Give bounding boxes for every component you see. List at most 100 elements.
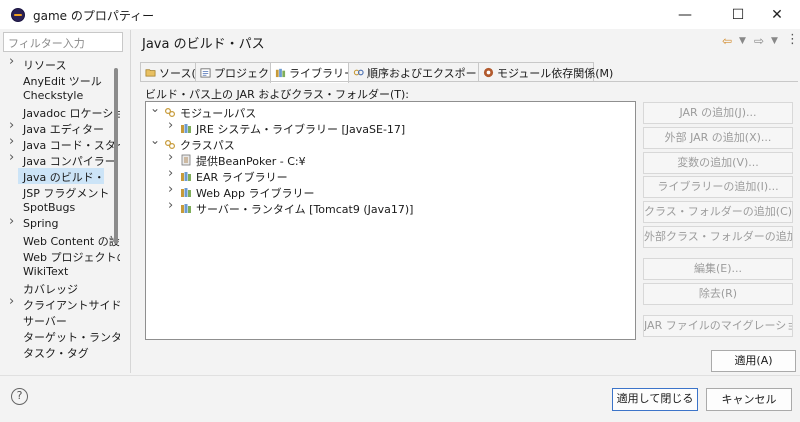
expand-chevron-icon[interactable]: › (9, 56, 14, 69)
sidebar-item[interactable]: SpotBugs (0, 200, 120, 216)
apply-and-close-button[interactable]: 適用して閉じる (612, 388, 698, 411)
migrate-jar-button[interactable]: JAR ファイルのマイグレーション(M)... (643, 315, 793, 337)
entry-label: クラスパス (180, 139, 235, 152)
sidebar-item[interactable]: Web Content の設 (0, 232, 120, 248)
expand-chevron-icon[interactable]: › (9, 216, 14, 229)
filter-input[interactable]: フィルター入力 (3, 32, 123, 52)
path-icon (164, 106, 176, 118)
sidebar-item-label: Javadoc ロケーション (23, 107, 120, 120)
sidebar-item-label: タスク・タグ (23, 347, 89, 360)
tab-source[interactable]: ソース(S) (140, 62, 207, 82)
sidebar-item[interactable]: Javadoc ロケーション (0, 104, 120, 120)
expand-chevron-icon[interactable]: › (168, 182, 178, 197)
build-path-tree[interactable]: ⌄ モジュールパス › JRE システム・ライブラリー [JavaSE-17] ⌄ クラス… (145, 101, 636, 340)
sidebar-item-label: Spring (23, 217, 59, 230)
forward-arrow-icon[interactable]: ⇨ (754, 34, 764, 48)
library-icon (180, 202, 192, 214)
sidebar-item[interactable]: タスク・タグ (0, 344, 120, 360)
eclipse-app-icon (11, 8, 25, 22)
tab-libraries[interactable]: ライブラリー(L) (270, 62, 370, 83)
sidebar-scrollbar[interactable] (114, 68, 118, 244)
sidebar-item[interactable]: WikiText (0, 264, 120, 280)
sidebar-item-label: AnyEdit ツール (23, 75, 102, 88)
project-icon (200, 68, 211, 78)
sidebar-item[interactable]: › Java コード・スタイル (0, 136, 120, 152)
add-external-class-folder-button[interactable]: 外部クラス・フォルダーの追加(D)... (643, 226, 793, 248)
sidebar-item-label: ターゲット・ランタイム (23, 331, 120, 344)
expand-chevron-icon[interactable]: › (168, 166, 178, 181)
library-icon (180, 122, 192, 134)
history-nav: ⇦ ▼ ⇨ ▼ ⋮ (722, 32, 799, 50)
page-title: Java のビルド・パス (142, 37, 265, 52)
path-icon (164, 138, 176, 150)
remove-button[interactable]: 除去(R) (643, 283, 793, 305)
library-icon (275, 68, 286, 78)
sidebar-item-label: Web プロジェクトの設 (23, 251, 120, 264)
sidebar-item[interactable]: Web プロジェクトの設 (0, 248, 120, 264)
sidebar-item[interactable]: AnyEdit ツール (0, 72, 120, 88)
sidebar-item-label: JSP フラグメント (23, 187, 110, 200)
sidebar-item[interactable]: カバレッジ (0, 280, 120, 296)
order-export-icon (353, 69, 364, 76)
sidebar-item[interactable]: サーバー (0, 312, 120, 328)
tab-strip: ソース(S) プロジェクト(P) ライブラリー(L) 順序およびエクスポート(O… (140, 62, 798, 83)
tab-order-export[interactable]: 順序およびエクスポート(O) (348, 62, 505, 82)
property-page-tree: › リソース AnyEdit ツールCheckstyle Javadoc ロケーション… (0, 56, 124, 372)
help-icon[interactable]: ? (11, 388, 28, 405)
collapse-chevron-icon[interactable]: ⌄ (150, 101, 160, 115)
back-arrow-icon[interactable]: ⇦ (722, 34, 732, 48)
splitter[interactable] (130, 30, 131, 373)
sidebar-item[interactable]: › Spring (0, 216, 120, 232)
back-dropdown-icon[interactable]: ▼ (739, 36, 746, 46)
sidebar-item-label: リソース (23, 59, 67, 72)
add-class-folder-button[interactable]: クラス・フォルダーの追加(C)... (643, 201, 793, 223)
tab-label: モジュール依存関係(M) (497, 67, 614, 80)
more-menu-icon[interactable]: ⋮ (786, 32, 799, 47)
sidebar-item[interactable]: › リソース (0, 56, 120, 72)
add-variable-button[interactable]: 変数の追加(V)... (643, 152, 793, 174)
edit-button[interactable]: 編集(E)... (643, 258, 793, 280)
tab-module-dependencies[interactable]: モジュール依存関係(M) (478, 62, 613, 82)
expand-chevron-icon[interactable]: › (9, 120, 14, 133)
expand-chevron-icon[interactable]: › (168, 150, 178, 165)
tab-divider (140, 81, 798, 82)
expand-chevron-icon[interactable]: › (168, 198, 178, 213)
add-external-jar-button[interactable]: 外部 JAR の追加(X)... (643, 127, 793, 149)
collapse-chevron-icon[interactable]: ⌄ (150, 133, 160, 147)
sidebar-item-label: Java コンパイラー (23, 155, 116, 168)
add-library-button[interactable]: ライブラリーの追加(I)... (643, 176, 793, 198)
sidebar-item-label: クライアントサイド Jav (23, 299, 120, 312)
entry-label: EAR ライブラリー (196, 171, 288, 184)
sidebar-item-label: Checkstyle (23, 89, 84, 102)
sidebar-item-label: SpotBugs (23, 201, 76, 214)
apply-button[interactable]: 適用(A) (711, 350, 796, 372)
sidebar-item[interactable]: › Java エディター (0, 120, 120, 136)
tab-projects[interactable]: プロジェクト(P) (195, 62, 295, 82)
build-path-label: ビルド・パス上の JAR およびクラス・フォルダー(T): (145, 88, 409, 101)
cancel-button[interactable]: キャンセル (706, 388, 792, 411)
close-button[interactable]: ✕ (754, 0, 800, 29)
minimize-button[interactable]: — (662, 0, 708, 29)
sidebar-item-label: Java エディター (23, 123, 104, 136)
sidebar-item[interactable]: ターゲット・ランタイム (0, 328, 120, 344)
window-title: game のプロパティー (33, 9, 155, 23)
library-icon (180, 186, 192, 198)
expand-chevron-icon[interactable]: › (168, 118, 178, 133)
library-icon (180, 170, 192, 182)
source-folder-icon (145, 69, 156, 77)
sidebar-item[interactable]: › Java コンパイラー (0, 152, 120, 168)
add-jar-button[interactable]: JAR の追加(J)... (643, 102, 793, 124)
sidebar-item[interactable]: Java のビルド・パス (18, 168, 104, 184)
sidebar-item-label: Java のビルド・パス (23, 171, 104, 184)
sidebar-item[interactable]: Checkstyle (0, 88, 120, 104)
title-bar: game のプロパティー — ☐ ✕ (0, 0, 800, 29)
expand-chevron-icon[interactable]: › (9, 296, 14, 309)
forward-dropdown-icon[interactable]: ▼ (771, 36, 778, 46)
expand-chevron-icon[interactable]: › (9, 136, 14, 149)
expand-chevron-icon[interactable]: › (9, 152, 14, 165)
sidebar-item[interactable]: › クライアントサイド Jav (0, 296, 120, 312)
entry-label: JRE システム・ライブラリー [JavaSE-17] (196, 123, 406, 136)
entry-label: 提供BeanPoker - C:¥ (196, 155, 306, 168)
sidebar-item[interactable]: JSP フラグメント (0, 184, 120, 200)
sidebar-item-label: Java コード・スタイル (23, 139, 120, 152)
